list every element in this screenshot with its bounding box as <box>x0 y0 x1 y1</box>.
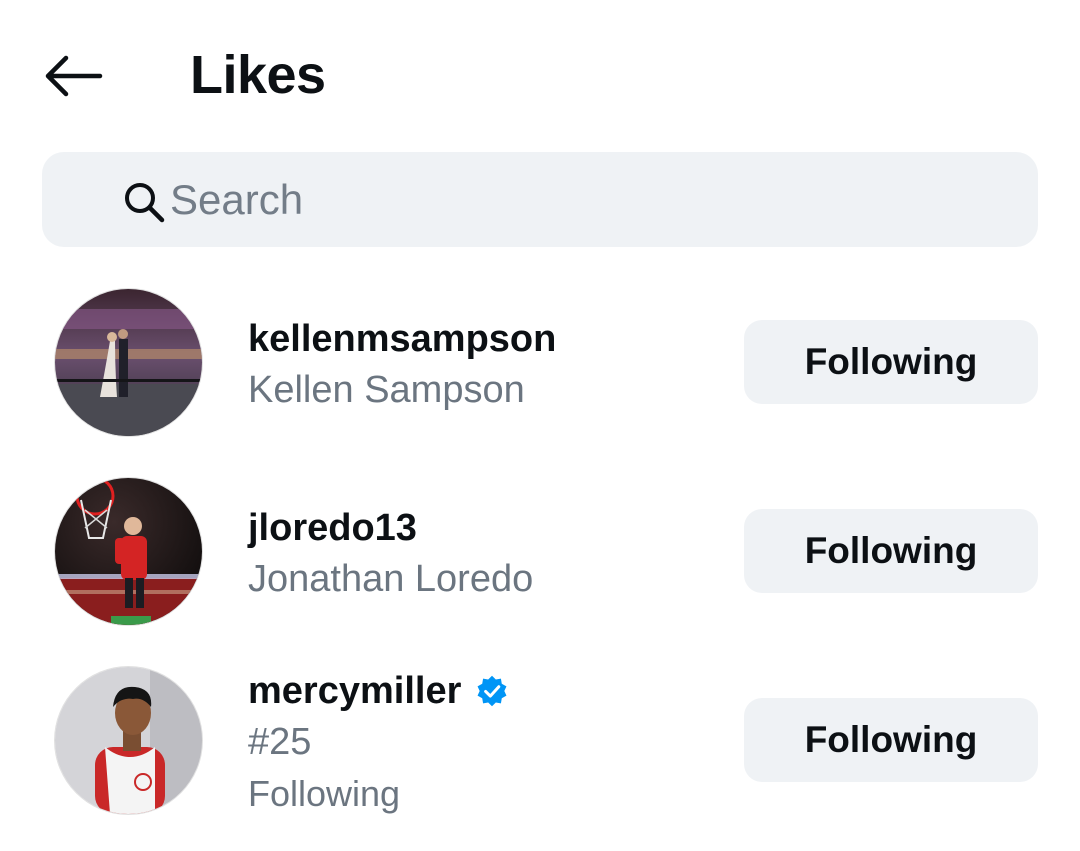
search-icon <box>125 183 165 223</box>
likes-screen: Likes Search kellenmsampson Kellen Samps… <box>0 0 1080 851</box>
following-button[interactable]: Following <box>744 320 1038 404</box>
avatar[interactable] <box>55 667 202 814</box>
relationship-status: Following <box>248 773 401 814</box>
full-name: #25 <box>248 721 312 763</box>
list-item[interactable]: jloredo13 Jonathan Loredo Following <box>0 478 1080 628</box>
avatar[interactable] <box>55 289 202 436</box>
following-button[interactable]: Following <box>744 698 1038 782</box>
list-item[interactable]: kellenmsampson Kellen Sampson Following <box>0 289 1080 439</box>
search-input[interactable] <box>168 166 992 234</box>
page-title: Likes <box>190 45 326 105</box>
search-bar[interactable] <box>42 152 1038 247</box>
header: Likes <box>0 0 1080 150</box>
list-item[interactable]: mercymiller #25 Following Following <box>0 667 1080 827</box>
following-button[interactable]: Following <box>744 509 1038 593</box>
username[interactable]: mercymiller <box>248 667 509 715</box>
back-button[interactable] <box>38 46 108 106</box>
username[interactable]: kellenmsampson <box>248 315 556 363</box>
username[interactable]: jloredo13 <box>248 504 533 552</box>
avatar[interactable] <box>55 478 202 625</box>
full-name: Jonathan Loredo <box>248 558 534 600</box>
arrow-left-icon <box>45 55 103 97</box>
verified-badge-icon <box>477 675 507 707</box>
full-name: Kellen Sampson <box>248 369 525 411</box>
